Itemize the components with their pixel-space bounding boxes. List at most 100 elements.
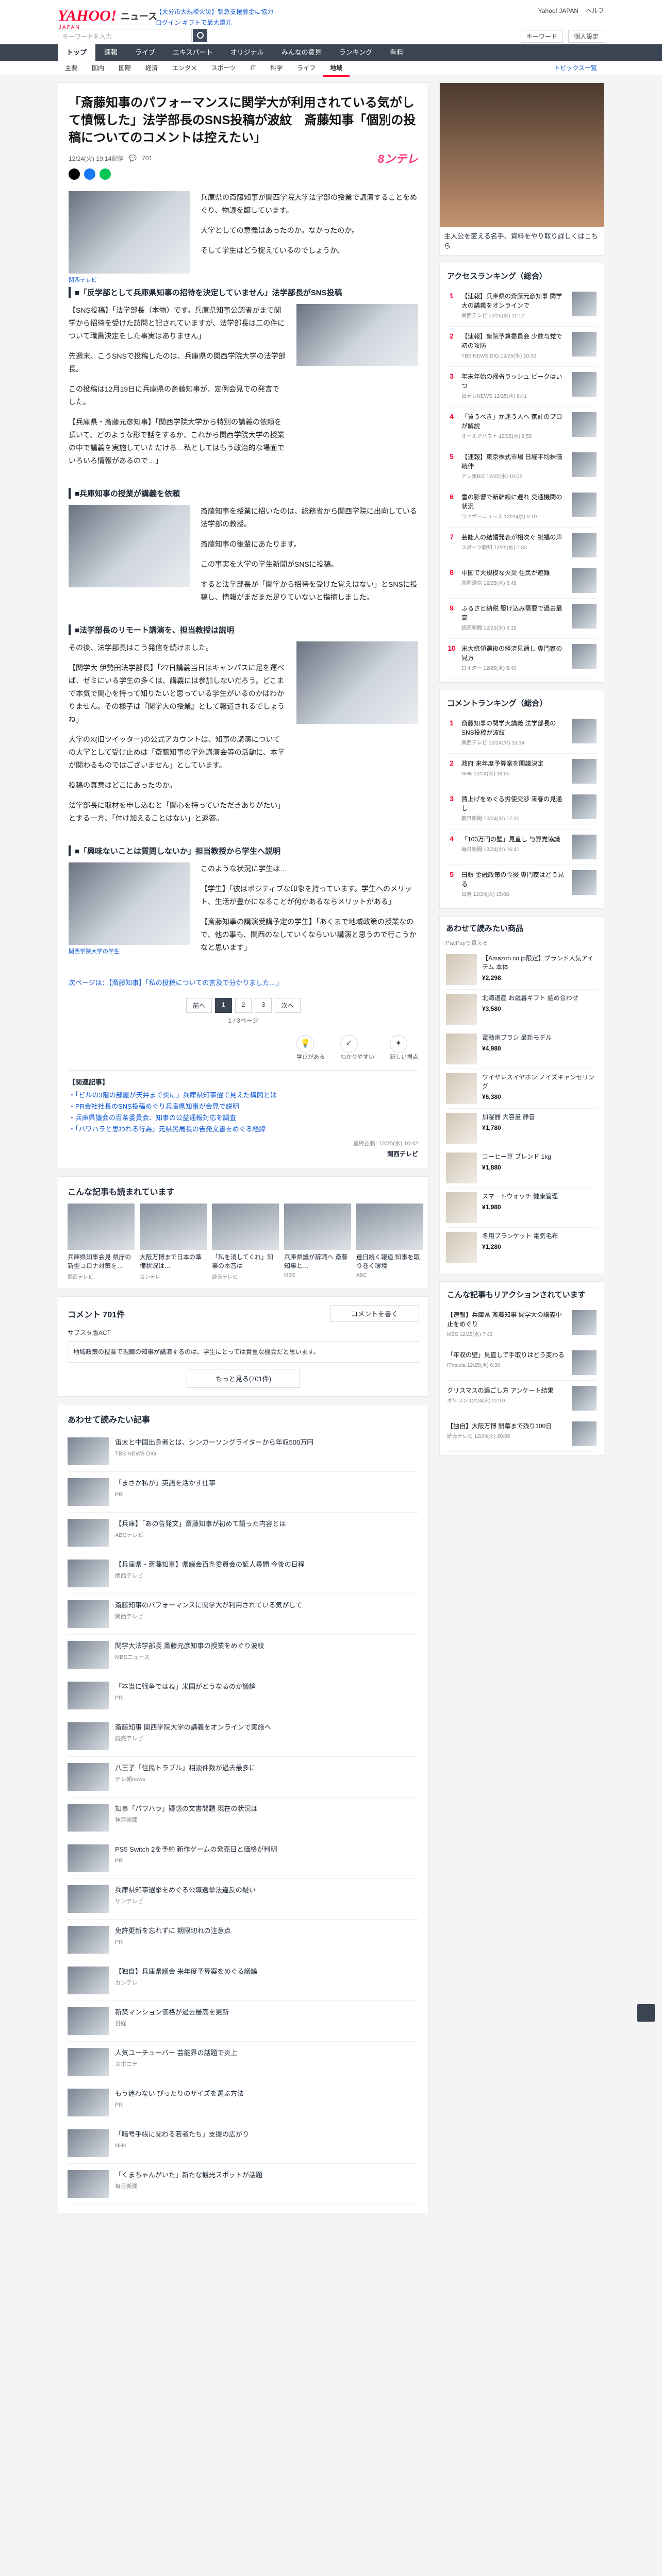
keyword-button[interactable]: キーワード	[520, 30, 563, 43]
promo-link-2[interactable]: ログイン ギフトで最大還元	[156, 18, 273, 27]
next-page-button[interactable]: 次へ	[275, 998, 301, 1013]
reco-item[interactable]: 「暗号手帳に関わる若者たち」支援の広がり NHK	[68, 2123, 419, 2164]
reaction-clear[interactable]: ✓ わかりやすい	[340, 1035, 374, 1061]
reaction-new[interactable]: ✦ 新しい視点	[390, 1035, 418, 1061]
reco-item[interactable]: 知事「パワハラ」疑惑の文書問題 現在の状況は 神戸新聞	[68, 1798, 419, 1838]
search-icon[interactable]	[193, 29, 207, 42]
cat-economy[interactable]: 経済	[138, 61, 165, 77]
article-photo[interactable]: 関西テレビ	[69, 191, 190, 283]
facebook-share-icon[interactable]	[84, 168, 95, 180]
promo-link-1[interactable]: 【大分市大規模火災】緊急支援募金に協力	[156, 7, 273, 16]
cat-local[interactable]: 地域	[323, 61, 350, 77]
reco-item[interactable]: 【兵庫】「あの告発文」斎藤知事が初めて語った内容とは ABCテレビ	[68, 1513, 419, 1553]
yahoo-logo[interactable]: YAHOO!	[58, 7, 119, 25]
ranking-item[interactable]: 10 米大統領選後の経済見通し 専門家の見方 ロイター 12/25(水) 5:40	[447, 639, 597, 679]
ranking-item[interactable]: 4 「103万円の壁」見直し 与野党協議 毎日新聞 12/24(火) 16:41	[447, 829, 597, 865]
post-comment-button[interactable]: コメントを書く	[329, 1305, 419, 1322]
reco-item[interactable]: 「くまちゃんがいた」新たな観光スポットが話題 毎日新聞	[68, 2164, 419, 2205]
reco-item[interactable]: PS5 Switch 2を予約 新作ゲームの発売日と価格が判明 PR	[68, 1838, 419, 1879]
ranking-item[interactable]: 2 政府 来年度予算案を閣議決定 NHK 12/24(火) 18:00	[447, 754, 597, 789]
source-name[interactable]: 関西テレビ	[69, 1149, 418, 1158]
ranking-item[interactable]: 1 斎藤知事の関学大講義 法学部長のSNS投稿が波紋 関西テレビ 12/24(火) …	[447, 714, 597, 754]
nav-breaking[interactable]: 速報	[95, 44, 126, 61]
prev-page-button[interactable]: 前へ	[186, 998, 212, 1013]
page-2-button[interactable]: 2	[235, 998, 252, 1013]
ranking-item[interactable]: 3 賃上げをめぐる労使交渉 来春の見通し 朝日新聞 12/24(火) 17:20	[447, 789, 597, 829]
cat-main[interactable]: 主要	[58, 61, 85, 77]
reco-item[interactable]: 免許更新を忘れずに 期限切れの注意点 PR	[68, 1920, 419, 1960]
related-link-3[interactable]: ・兵庫県議会の百条委員会、知事の公益通報対応を調査	[69, 1112, 418, 1124]
ranking-item[interactable]: 7 芸能人の結婚発表が相次ぐ 祝福の声 スポーツ報知 12/25(水) 7:30	[447, 528, 597, 563]
product-item[interactable]: 冬用ブランケット 電気毛布 ¥1,280	[446, 1228, 598, 1267]
reco-item[interactable]: 人気ユーチューバー 芸能界の話題で炎上 スポニチ	[68, 2042, 419, 2082]
dean-post-image[interactable]	[296, 641, 418, 724]
topics-list-link[interactable]: トピックス一覧	[547, 61, 604, 75]
product-item[interactable]: コーヒー豆 ブレンド 1kg ¥1,880	[446, 1148, 598, 1188]
similar-item[interactable]: 大阪万博まで日本の準備状況は… カンテレ	[140, 1204, 207, 1280]
feature-item[interactable]: 【速報】兵庫県 斎藤知事 関学大の講義中止をめぐり MBS 12/25(水) 7:…	[447, 1305, 597, 1345]
nav-opinion[interactable]: みんなの意見	[273, 44, 330, 61]
reco-item[interactable]: 【独自】兵庫県議会 来年度予算案をめぐる議論 カンテレ	[68, 1960, 419, 2001]
reco-item[interactable]: 新築マンション価格が過去最高を更新 日経	[68, 2001, 419, 2042]
publisher-logo[interactable]: 8ンテレ	[378, 150, 418, 166]
ranking-item[interactable]: 5 日銀 金融政策の今後 専門家はどう見る 日経 12/24(火) 15:08	[447, 865, 597, 905]
cat-science[interactable]: 科学	[263, 61, 290, 77]
next-page-link[interactable]: 次ページは：【斎藤知事】「私の投稿についての言及で分かりました…」	[69, 977, 418, 989]
comment-count[interactable]: 701	[142, 155, 152, 162]
ranking-item[interactable]: 1 【速報】兵庫県の斎藤元彦知事 関学大の講義をオンラインで 関西テレビ 12/25…	[447, 286, 597, 327]
reaction-learn[interactable]: 💡 学びがある	[296, 1035, 325, 1061]
related-link-2[interactable]: ・PR会社社長のSNS投稿めぐり兵庫県知事が会見で説明	[69, 1101, 418, 1112]
more-comments-button[interactable]: もっと見る(701件)	[187, 1369, 300, 1388]
ranking-item[interactable]: 9 ふるさと納税 駆け込み需要で過去最高 読売新聞 12/25(水) 6:15	[447, 599, 597, 639]
related-link-4[interactable]: ・「パワハラと思われる行為」元県民局長の告発文書をめぐる経緯	[69, 1124, 418, 1135]
reco-item[interactable]: 斎藤知事 関西学院大学の講義をオンラインで実施へ 読売テレビ	[68, 1716, 419, 1757]
cat-sports[interactable]: スポーツ	[204, 61, 243, 77]
related-link-1[interactable]: ・「ビルの3階の部屋が天井まで炎に」兵庫県知事選で見えた構図とは	[69, 1090, 418, 1101]
ranking-item[interactable]: 6 雪の影響で新幹線に遅れ 交通機関の状況 ウェザーニュース 12/25(水) 9:…	[447, 487, 597, 528]
util-link-home[interactable]: Yahoo! JAPAN	[538, 7, 578, 14]
ranking-item[interactable]: 5 【速報】東京株式市場 日経平均株価 続伸 テレ東BIZ 12/25(水) 10:…	[447, 447, 597, 487]
ranking-item[interactable]: 8 中国で大規模な火災 住民が避難 共同通信 12/25(水) 6:48	[447, 563, 597, 599]
product-item[interactable]: 電動歯ブラシ 最新モデル ¥4,980	[446, 1029, 598, 1069]
settings-button[interactable]: 個人設定	[568, 30, 604, 43]
reco-item[interactable]: 「本当に戦争ではね」米国がどうなるのか議論 PR	[68, 1675, 419, 1716]
reco-item[interactable]: 【兵庫県・斎藤知事】県議会百条委員会の証人尋問 今後の日程 関西テレビ	[68, 1553, 419, 1594]
cat-world[interactable]: 国際	[111, 61, 138, 77]
similar-item[interactable]: 「私を消してくれ」知事の本音は 読売テレビ	[212, 1204, 279, 1280]
x-share-icon[interactable]	[69, 168, 80, 180]
ranking-item[interactable]: 2 【速報】衆院予算委員会 少数与党で初の攻防 TBS NEWS DIG 12/25…	[447, 327, 597, 367]
page-3-button[interactable]: 3	[255, 998, 272, 1013]
product-item[interactable]: 【Amazon.co.jp限定】ブランド人気アイテム 本体 ¥2,298	[446, 950, 598, 990]
scroll-top-button[interactable]	[637, 2004, 655, 2022]
product-item[interactable]: 北海道産 お歳暮ギフト 詰め合わせ ¥3,580	[446, 990, 598, 1029]
product-item[interactable]: ワイヤレスイヤホン ノイズキャンセリング ¥6,380	[446, 1069, 598, 1109]
similar-item[interactable]: 兵庫県知事会見 県庁の新型コロナ対策を… 関西テレビ	[68, 1204, 135, 1280]
service-name[interactable]: ニュース	[121, 9, 157, 23]
reco-item[interactable]: もう迷わない ぴったりのサイズを選ぶ方法 PR	[68, 2082, 419, 2123]
ranking-item[interactable]: 4 「買うべき」か迷う人へ 家計のプロが解説 オールアバウト 12/25(水) 8:…	[447, 407, 597, 447]
nav-top[interactable]: トップ	[58, 44, 96, 61]
sns-post-image[interactable]	[296, 304, 418, 366]
nav-expert[interactable]: エキスパート	[164, 44, 222, 61]
comment-icon[interactable]: 💬	[129, 155, 137, 162]
lecture-photo[interactable]	[69, 505, 190, 587]
feature-item[interactable]: 【独自】大阪万博 開幕まで残り100日 読売テレビ 12/24(火) 20:05	[447, 1416, 597, 1452]
cat-it[interactable]: IT	[243, 61, 263, 77]
reco-item[interactable]: 関学大法学部長 斎藤元彦知事の授業をめぐり波紋 MBSニュース	[68, 1635, 419, 1675]
nav-ranking[interactable]: ランキング	[330, 44, 382, 61]
search-input[interactable]: キーワードを入力	[58, 29, 192, 42]
cat-life[interactable]: ライフ	[290, 61, 323, 77]
sidebar-ad[interactable]: 主人公を変える名手、資料をやり取り詳しくはこちら	[439, 82, 604, 256]
reco-item[interactable]: 八王子「住民トラブル」相談件数が過去最多に テレ朝news	[68, 1757, 419, 1798]
student-photo[interactable]: 関西学院大学の学生	[69, 862, 190, 955]
product-item[interactable]: 加湿器 大容量 静音 ¥1,780	[446, 1109, 598, 1148]
nav-paid[interactable]: 有料	[381, 44, 412, 61]
cat-domestic[interactable]: 国内	[85, 61, 111, 77]
reco-item[interactable]: 斎藤知事のパフォーマンスに関学大が利用されている気がして 関西テレビ	[68, 1594, 419, 1635]
product-item[interactable]: スマートウォッチ 健康管理 ¥1,980	[446, 1188, 598, 1228]
ranking-item[interactable]: 3 年末年始の帰省ラッシュ ピークはいつ 日テレNEWS 12/25(水) 9:41	[447, 367, 597, 407]
similar-item[interactable]: 兵庫県議が辞職へ 斎藤知事と… MBS	[284, 1204, 351, 1280]
nav-original[interactable]: オリジナル	[222, 44, 273, 61]
nav-live[interactable]: ライブ	[126, 44, 164, 61]
reco-item[interactable]: 宙太と中国出身者とは、シンガーソングライターから年収500万円 TBS NEWS …	[68, 1431, 419, 1472]
